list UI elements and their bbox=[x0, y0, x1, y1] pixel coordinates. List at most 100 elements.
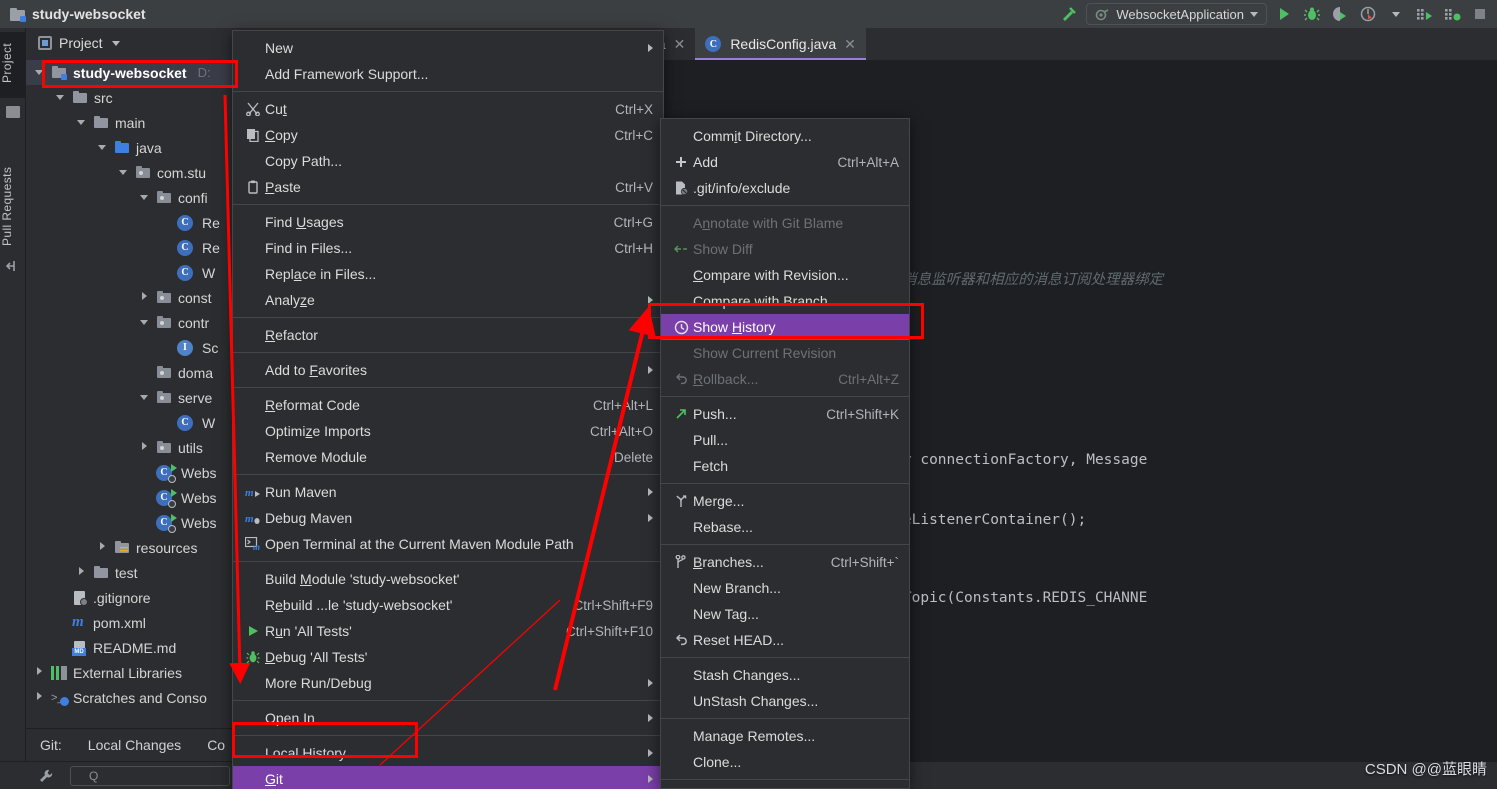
project-context-menu[interactable]: New Add Framework Support... Cut Ctrl+X Copy… bbox=[232, 30, 664, 789]
run-with-coverage-icon[interactable] bbox=[1329, 3, 1351, 25]
menu-item-run-all-tests[interactable]: Run 'All Tests' Ctrl+Shift+F10 bbox=[233, 618, 663, 644]
menu-item-annotate-with-git-blame: Annotate with Git Blame bbox=[661, 210, 909, 236]
menu-item-remove-module[interactable]: Remove Module Delete bbox=[233, 444, 663, 470]
stop-icon[interactable] bbox=[1469, 3, 1491, 25]
menu-item-optimize-imports[interactable]: Optimize Imports Ctrl+Alt+O bbox=[233, 418, 663, 444]
menu-item-compare-with-revision[interactable]: Compare with Revision... bbox=[661, 262, 909, 288]
menu-item-find-in-files[interactable]: Find in Files... Ctrl+H bbox=[233, 235, 663, 261]
menu-item-stash-changes[interactable]: Stash Changes... bbox=[661, 662, 909, 688]
menu-item-add-framework-support[interactable]: Add Framework Support... bbox=[233, 61, 663, 87]
run-tests-coverage-icon[interactable] bbox=[1441, 3, 1463, 25]
menu-item-label: Find Usages bbox=[265, 214, 344, 230]
menu-item-clone[interactable]: Clone... bbox=[661, 749, 909, 775]
menu-item-label: Rebase... bbox=[693, 519, 753, 535]
menu-item-label: Run Maven bbox=[265, 484, 337, 500]
menu-item-reformat-code[interactable]: Reformat Code Ctrl+Alt+L bbox=[233, 392, 663, 418]
profiler-icon[interactable] bbox=[1357, 3, 1379, 25]
menu-item-new-tag[interactable]: New Tag... bbox=[661, 601, 909, 627]
menu-item-open-terminal-at-the-current-maven-module-path[interactable]: m Open Terminal at the Current Maven Modu… bbox=[233, 531, 663, 557]
menu-item-label: Copy bbox=[265, 127, 298, 143]
menu-item-refactor[interactable]: Refactor bbox=[233, 322, 663, 348]
menu-item-pull[interactable]: Pull... bbox=[661, 427, 909, 453]
menu-item-compare-with-branch[interactable]: Compare with Branch... bbox=[661, 288, 909, 314]
menu-item-fetch[interactable]: Fetch bbox=[661, 453, 909, 479]
run-tests-icon[interactable] bbox=[1413, 3, 1435, 25]
menu-item-commit-directory[interactable]: Commit Directory... bbox=[661, 123, 909, 149]
chevron-right-icon[interactable] bbox=[139, 292, 150, 303]
search-icon bbox=[76, 768, 96, 788]
submenu-arrow-icon bbox=[648, 749, 653, 757]
chevron-down-icon[interactable] bbox=[76, 117, 87, 128]
no-chevron bbox=[139, 517, 150, 528]
chevron-right-icon[interactable] bbox=[76, 567, 87, 578]
menu-item-git[interactable]: Git bbox=[233, 766, 663, 789]
chevron-down-icon[interactable] bbox=[139, 317, 150, 328]
run-configuration-selector[interactable]: WebsocketApplication bbox=[1086, 3, 1267, 25]
editor-tab-bar[interactable]: ava✕CRedisConfig.java✕ bbox=[633, 28, 1497, 60]
menu-item-label: Show History bbox=[693, 319, 776, 335]
menu-item-local-history[interactable]: Local History bbox=[233, 740, 663, 766]
tree-node-detail: D: bbox=[197, 65, 211, 80]
menu-item-merge[interactable]: Merge... bbox=[661, 488, 909, 514]
menu-item-branches[interactable]: Branches... Ctrl+Shift+` bbox=[661, 549, 909, 575]
close-icon[interactable]: ✕ bbox=[674, 36, 686, 53]
menu-item-new-branch[interactable]: New Branch... bbox=[661, 575, 909, 601]
tool-tab-project[interactable]: Project bbox=[0, 32, 26, 98]
menu-item-cut[interactable]: Cut Ctrl+X bbox=[233, 96, 663, 122]
menu-item-more-run-debug[interactable]: More Run/Debug bbox=[233, 670, 663, 696]
menu-item-copy[interactable]: Copy Ctrl+C bbox=[233, 122, 663, 148]
menu-item-unstash-changes[interactable]: UnStash Changes... bbox=[661, 688, 909, 714]
git-submenu[interactable]: Commit Directory... Add Ctrl+Alt+A .git/inf… bbox=[660, 118, 910, 789]
chevron-down-icon[interactable] bbox=[139, 392, 150, 403]
gitignore-file-icon bbox=[669, 181, 693, 195]
menu-item-run-maven[interactable]: m Run Maven bbox=[233, 479, 663, 505]
menu-item-shortcut: Ctrl+Shift+F9 bbox=[573, 597, 653, 613]
scratches-icon: >_ bbox=[51, 692, 69, 706]
menu-item-rebuild-le-study-websocket[interactable]: Rebuild ...le 'study-websocket' Ctrl+Shif… bbox=[233, 592, 663, 618]
menu-item-debug-maven[interactable]: m Debug Maven bbox=[233, 505, 663, 531]
chevron-down-icon[interactable] bbox=[1385, 3, 1407, 25]
menu-item-new[interactable]: New bbox=[233, 35, 663, 61]
editor-tab[interactable]: C RedisConfig.java ✕ bbox=[695, 28, 866, 60]
menu-item-label: Reformat Code bbox=[265, 397, 360, 413]
chevron-down-icon[interactable] bbox=[139, 192, 150, 203]
menu-item-add-to-favorites[interactable]: Add to Favorites bbox=[233, 357, 663, 383]
chevron-down-icon[interactable] bbox=[118, 167, 129, 178]
chevron-right-icon[interactable] bbox=[97, 542, 108, 553]
menu-item-add[interactable]: Add Ctrl+Alt+A bbox=[661, 149, 909, 175]
menu-item-rebase[interactable]: Rebase... bbox=[661, 514, 909, 540]
chevron-down-icon[interactable] bbox=[34, 67, 45, 78]
menu-item-paste[interactable]: Paste Ctrl+V bbox=[233, 174, 663, 200]
menu-item-copy-path[interactable]: Copy Path... bbox=[233, 148, 663, 174]
menu-item-find-usages[interactable]: Find Usages Ctrl+G bbox=[233, 209, 663, 235]
menu-item-label: Merge... bbox=[693, 493, 745, 509]
chevron-down-icon[interactable] bbox=[97, 142, 108, 153]
chevron-right-icon[interactable] bbox=[139, 442, 150, 453]
menu-item-push[interactable]: Push... Ctrl+Shift+K bbox=[661, 401, 909, 427]
menu-item-reset-head[interactable]: Reset HEAD... bbox=[661, 627, 909, 653]
wrench-icon[interactable] bbox=[36, 766, 56, 786]
menu-item-label: New Tag... bbox=[693, 606, 759, 622]
close-icon[interactable]: ✕ bbox=[844, 36, 856, 53]
reset-icon bbox=[669, 633, 693, 647]
chevron-down-icon[interactable] bbox=[55, 92, 66, 103]
git-tab-local-changes[interactable]: Local Changes bbox=[88, 737, 181, 753]
menu-item-build-module-study-websocket[interactable]: Build Module 'study-websocket' bbox=[233, 566, 663, 592]
git-tab-console[interactable]: Co bbox=[207, 737, 225, 753]
menu-item-analyze[interactable]: Analyze bbox=[233, 287, 663, 313]
menu-item-git-info-exclude[interactable]: .git/info/exclude bbox=[661, 175, 909, 201]
menu-item-replace-in-files[interactable]: Replace in Files... bbox=[233, 261, 663, 287]
tool-tab-pull-requests[interactable]: Pull Requests bbox=[0, 158, 26, 254]
chevron-right-icon[interactable] bbox=[34, 692, 45, 703]
run-icon[interactable] bbox=[1273, 3, 1295, 25]
menu-item-manage-remotes[interactable]: Manage Remotes... bbox=[661, 723, 909, 749]
tree-node-label: Webs bbox=[181, 514, 217, 531]
hammer-icon[interactable] bbox=[1058, 3, 1080, 25]
menu-item-open-in[interactable]: Open In bbox=[233, 705, 663, 731]
menu-item-show-history[interactable]: Show History bbox=[661, 314, 909, 340]
chevron-right-icon[interactable] bbox=[34, 667, 45, 678]
debug-icon[interactable] bbox=[1301, 3, 1323, 25]
menu-item-label: Add Framework Support... bbox=[265, 66, 429, 82]
chevron-down-icon[interactable] bbox=[111, 40, 120, 46]
menu-item-debug-all-tests[interactable]: Debug 'All Tests' bbox=[233, 644, 663, 670]
